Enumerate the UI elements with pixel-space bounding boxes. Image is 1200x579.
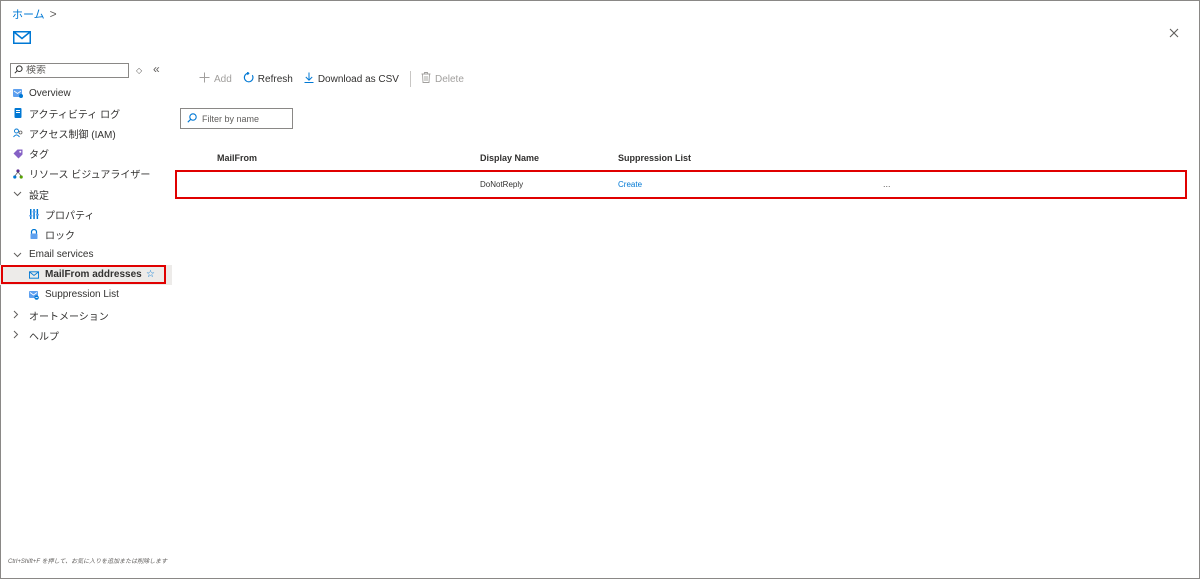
row-divider bbox=[176, 197, 1186, 198]
trash-icon bbox=[421, 72, 431, 86]
portal-frame bbox=[0, 0, 1200, 579]
suppression-list-icon bbox=[29, 290, 39, 300]
sidebar-nav: Overview アクティビティ ログ アクセス制御 (IAM) タグ リソース… bbox=[0, 83, 172, 345]
sidebar-item-label: タグ bbox=[29, 150, 49, 162]
tag-icon bbox=[13, 149, 23, 159]
sidebar: ◇ « Overview アクティビティ ログ アクセス制御 (IAM) タグ bbox=[0, 60, 172, 550]
chevron-right-icon bbox=[13, 330, 22, 341]
lock-icon bbox=[29, 229, 39, 240]
sidebar-item-iam[interactable]: アクセス制御 (IAM) bbox=[0, 123, 172, 143]
sidebar-item-mailfrom-addresses[interactable]: MailFrom addresses ☆ bbox=[0, 264, 172, 285]
sidebar-item-tags[interactable]: タグ bbox=[0, 144, 172, 164]
properties-icon bbox=[29, 209, 39, 220]
sidebar-item-label: Suppression List bbox=[45, 289, 119, 301]
sidebar-item-locks[interactable]: ロック bbox=[0, 224, 172, 244]
add-icon bbox=[199, 72, 210, 86]
column-header-display-name[interactable]: Display Name bbox=[480, 153, 539, 163]
sidebar-search-input[interactable] bbox=[26, 65, 121, 76]
refresh-button-label: Refresh bbox=[257, 73, 293, 85]
filter-box[interactable] bbox=[180, 108, 293, 129]
sidebar-item-label: リソース ビジュアライザー bbox=[29, 170, 151, 182]
sidebar-group-automation[interactable]: オートメーション bbox=[0, 305, 172, 325]
mail-icon bbox=[29, 270, 39, 280]
sidebar-group-help[interactable]: ヘルプ bbox=[0, 325, 172, 345]
search-icon bbox=[14, 64, 23, 77]
sidebar-group-settings[interactable]: 設定 bbox=[0, 184, 172, 204]
sidebar-item-label: アクティビティ ログ bbox=[29, 109, 121, 121]
sidebar-item-resource-visualizer[interactable]: リソース ビジュアライザー bbox=[0, 164, 172, 184]
sidebar-search-box[interactable] bbox=[10, 63, 129, 78]
download-csv-button[interactable]: Download as CSV bbox=[304, 72, 399, 86]
download-csv-label: Download as CSV bbox=[317, 73, 399, 85]
column-header-mailfrom[interactable]: MailFrom bbox=[217, 153, 257, 163]
sidebar-item-label: アクセス制御 (IAM) bbox=[29, 129, 116, 141]
column-header-suppression-list[interactable]: Suppression List bbox=[618, 153, 691, 163]
sidebar-group-label: 設定 bbox=[29, 190, 49, 202]
command-bar: Add Refresh Download as CSV Delete bbox=[199, 71, 475, 87]
chevron-right-icon bbox=[13, 310, 22, 321]
download-icon bbox=[304, 72, 314, 86]
sidebar-item-label: ロック bbox=[45, 230, 75, 242]
more-options-icon[interactable]: ... bbox=[883, 179, 891, 189]
refresh-icon bbox=[243, 71, 254, 86]
sidebar-item-activity-log[interactable]: アクティビティ ログ bbox=[0, 103, 172, 123]
sidebar-group-email-services[interactable]: Email services bbox=[0, 245, 172, 265]
sidebar-item-properties[interactable]: プロパティ bbox=[0, 204, 172, 224]
toolbar-divider bbox=[409, 71, 411, 87]
create-suppression-list-link[interactable]: Create bbox=[618, 180, 642, 189]
breadcrumb-separator: > bbox=[49, 7, 57, 21]
activity-log-icon bbox=[13, 108, 23, 119]
keyboard-shortcut-hint: Ctrl+Shift+F を押して、お気に入りを追加または削除します bbox=[8, 559, 168, 565]
sidebar-item-suppression-list[interactable]: Suppression List bbox=[0, 285, 172, 305]
cell-display-name: DoNotReply bbox=[480, 180, 524, 189]
chevron-down-icon bbox=[13, 250, 22, 260]
chevron-down-icon bbox=[13, 189, 22, 199]
search-icon bbox=[187, 112, 197, 126]
delete-button-label: Delete bbox=[434, 73, 464, 85]
sidebar-item-label: Overview bbox=[29, 87, 71, 99]
delete-button[interactable]: Delete bbox=[421, 72, 464, 86]
collapse-sidebar-icon[interactable]: « bbox=[153, 62, 160, 76]
add-button-label: Add bbox=[214, 73, 232, 85]
sidebar-group-label: Email services bbox=[29, 249, 94, 261]
mail-icon bbox=[13, 31, 31, 47]
breadcrumb-home-link[interactable]: ホーム bbox=[12, 6, 45, 22]
iam-icon bbox=[13, 128, 23, 138]
add-button[interactable]: Add bbox=[199, 72, 232, 86]
filter-by-name-input[interactable] bbox=[202, 113, 287, 124]
sidebar-item-label: プロパティ bbox=[45, 210, 95, 222]
overview-icon bbox=[13, 88, 23, 99]
favorite-star-icon[interactable]: ☆ bbox=[146, 269, 155, 280]
sidebar-item-label: MailFrom addresses bbox=[45, 269, 142, 281]
close-icon[interactable] bbox=[1169, 27, 1183, 41]
resource-visualizer-icon bbox=[13, 169, 23, 179]
breadcrumb: ホーム > bbox=[12, 6, 57, 22]
sort-icon[interactable]: ◇ bbox=[136, 66, 142, 75]
refresh-button[interactable]: Refresh bbox=[243, 71, 293, 86]
sidebar-item-overview[interactable]: Overview bbox=[0, 83, 172, 103]
sidebar-group-label: ヘルプ bbox=[29, 331, 59, 343]
sidebar-group-label: オートメーション bbox=[29, 311, 109, 323]
